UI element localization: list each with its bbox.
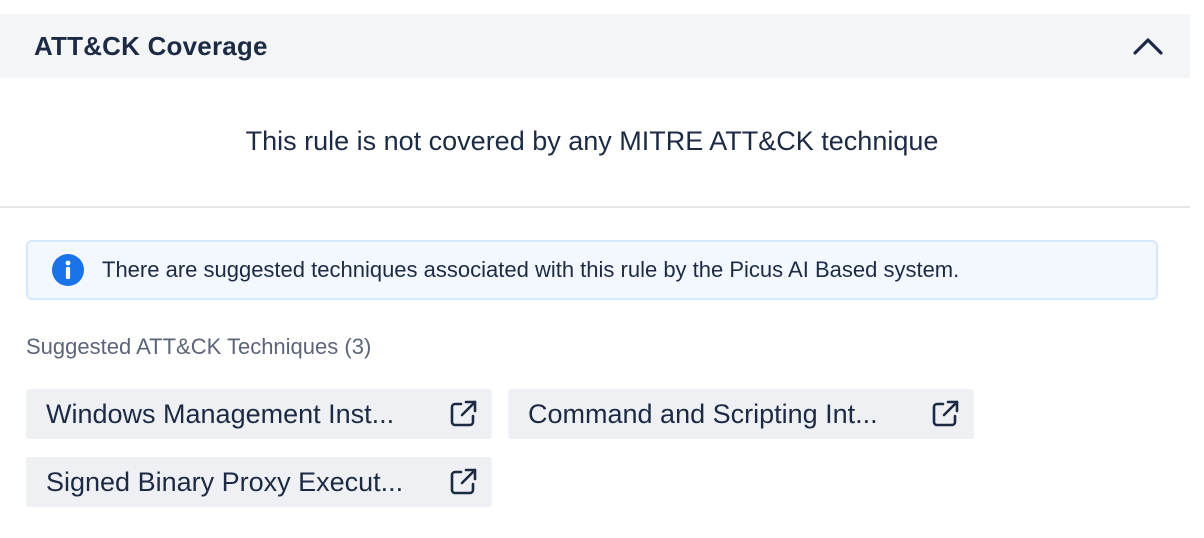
technique-chip[interactable]: Windows Management Inst... (26, 389, 492, 439)
section-header[interactable]: ATT&CK Coverage (0, 14, 1190, 78)
external-link-icon[interactable] (448, 467, 478, 497)
info-icon (52, 254, 84, 286)
empty-coverage-message: This rule is not covered by any MITRE AT… (245, 126, 939, 156)
technique-chip[interactable]: Signed Binary Proxy Execut... (26, 457, 492, 507)
external-link-icon[interactable] (448, 399, 478, 429)
technique-chip-label: Command and Scripting Int... (528, 398, 878, 429)
technique-chip[interactable]: Command and Scripting Int... (508, 389, 974, 439)
divider (0, 206, 1190, 208)
technique-chip-label: Windows Management Inst... (46, 398, 395, 429)
info-banner: There are suggested techniques associate… (26, 240, 1158, 300)
chevron-up-icon (1133, 38, 1163, 55)
external-link-icon[interactable] (930, 399, 960, 429)
collapse-button[interactable] (1128, 26, 1168, 66)
suggested-techniques-label: Suggested ATT&CK Techniques (3) (26, 334, 372, 359)
technique-chip-label: Signed Binary Proxy Execut... (46, 466, 404, 497)
info-banner-text: There are suggested techniques associate… (102, 257, 960, 282)
section-title: ATT&CK Coverage (34, 30, 268, 61)
